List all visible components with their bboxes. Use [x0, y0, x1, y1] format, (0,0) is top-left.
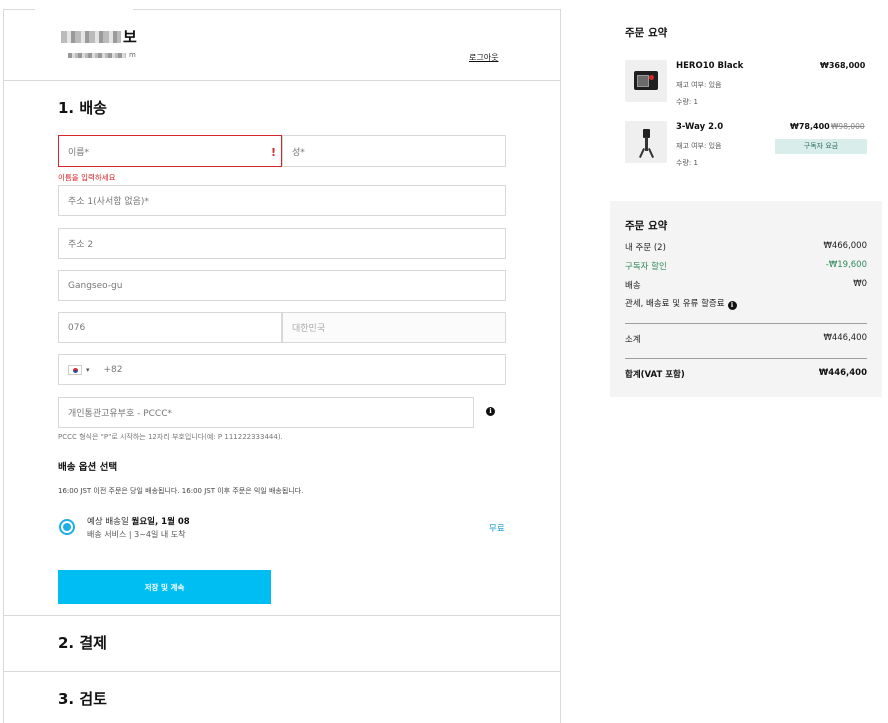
logout-link[interactable]: 로그아웃 — [469, 52, 498, 63]
delivery-service: 배송 서비스 | 3~4일 내 도착 — [87, 530, 186, 539]
address2-field[interactable]: 주소 2 — [58, 228, 506, 259]
product-name: HERO10 Black — [676, 61, 744, 71]
order-summary-title: 주문 요약 — [625, 27, 668, 39]
subtotal-row: 소계 ₩446,400 — [625, 333, 867, 345]
pccc-hint: PCCC 형식은 "P"로 시작하는 12자리 부호입니다(예: P 11122… — [58, 433, 283, 441]
shipping-section-title: 1. 배송 — [58, 99, 107, 117]
camera-icon — [634, 71, 658, 90]
info-icon[interactable]: i — [486, 407, 495, 416]
product-old-price: ₩98,000 — [831, 122, 865, 131]
product-name: 3-Way 2.0 — [676, 122, 724, 132]
last-name-field[interactable]: 성* — [282, 135, 506, 167]
chevron-down-icon[interactable]: ▾ — [86, 366, 90, 374]
shipping-options-title: 배송 옵션 선택 — [58, 462, 118, 473]
shipping-row: 배송 ₩0 — [625, 279, 867, 291]
payment-step-title[interactable]: 2. 결제 — [58, 632, 107, 653]
address1-field[interactable]: 주소 1(사서함 없음)* — [58, 185, 506, 216]
shipping-option-radio[interactable] — [59, 519, 75, 535]
my-order-row: 내 주문 (2) ₩466,000 — [625, 241, 867, 253]
delivery-estimate: 예상 배송일 월요일, 1월 08 — [87, 517, 190, 527]
discount-row: 구독자 할인 -₩19,600 — [625, 260, 867, 272]
redacted-email — [68, 52, 126, 58]
account-email: m — [68, 51, 136, 59]
postal-code-field[interactable]: 076 — [58, 312, 282, 343]
totals-title: 주문 요약 — [625, 220, 668, 232]
divider — [4, 615, 560, 616]
shipping-options-note: 16:00 JST 이전 주문은 당일 배송됩니다. 16:00 JST 이후 … — [58, 487, 304, 495]
error-icon: ! — [270, 146, 276, 159]
total-row: 합계(VAT 포함) ₩446,400 — [625, 368, 867, 380]
account-name: 보 — [61, 26, 137, 47]
divider — [4, 671, 560, 672]
shipping-price: 무료 — [489, 524, 505, 534]
checkout-panel: 보 m 로그아웃 1. 배송 이름* ! 이름을 입력하세요 성* 주소 1(사… — [3, 0, 561, 723]
korea-flag-icon[interactable] — [68, 364, 82, 375]
save-continue-button[interactable]: 저장 및 계속 — [58, 570, 271, 604]
info-icon[interactable]: i — [727, 301, 737, 310]
subscriber-price-badge: 구독자 요금 — [775, 139, 867, 154]
city-field[interactable]: Gangseo-gu — [58, 270, 506, 301]
pccc-field[interactable]: 개인통관고유부호 - PCCC* — [58, 397, 474, 428]
product-image-3way — [625, 121, 667, 163]
product-stock: 재고 여부: 있음 — [676, 142, 722, 150]
first-name-error: 이름을 입력하세요 — [58, 173, 116, 182]
divider — [625, 323, 867, 324]
divider — [4, 80, 560, 81]
product-price: ₩78,400 — [790, 122, 830, 131]
phone-field[interactable]: ▾ +82 — [58, 354, 506, 385]
divider — [625, 358, 867, 359]
country-field: 대한민국 — [282, 312, 506, 343]
product-image-hero10 — [625, 60, 667, 102]
product-price: ₩368,000 — [820, 61, 866, 70]
product-qty: 수량: 1 — [676, 98, 698, 106]
duties-row: 관세, 배송료 및 유류 할증료 i — [625, 297, 867, 310]
product-stock: 재고 여부: 있음 — [676, 81, 722, 89]
product-qty: 수량: 1 — [676, 159, 698, 167]
redacted-name — [61, 30, 121, 43]
first-name-field[interactable]: 이름* ! — [58, 135, 282, 167]
review-step-title[interactable]: 3. 검토 — [58, 688, 107, 709]
